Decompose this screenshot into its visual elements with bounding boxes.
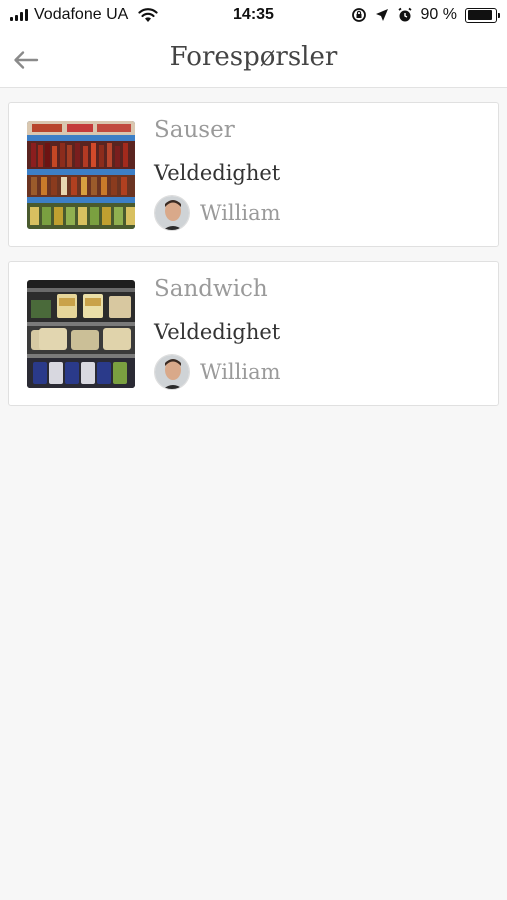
avatar [154, 195, 190, 231]
request-user: William [154, 354, 281, 390]
request-card[interactable]: Sandwich Veldedighet William [8, 261, 499, 406]
request-category: Veldedighet [154, 320, 281, 344]
request-card[interactable]: Sauser Veldedighet William [8, 102, 499, 247]
header: Forespørsler [0, 32, 507, 88]
avatar [154, 354, 190, 390]
request-thumbnail [27, 121, 135, 229]
request-list: Sauser Veldedighet William Sandwich Veld… [8, 102, 499, 420]
page-title: Forespørsler [169, 42, 338, 72]
battery-percent: 90 % [420, 6, 457, 23]
request-title: Sauser [154, 117, 235, 143]
alarm-icon [397, 7, 412, 22]
sandwich-display-image [27, 280, 135, 388]
status-right: 90 % [351, 6, 500, 24]
supermarket-shelf-image [27, 121, 135, 229]
request-username: William [200, 360, 281, 384]
battery-icon [465, 7, 500, 23]
location-arrow-icon [375, 9, 388, 21]
request-username: William [200, 201, 281, 225]
request-user: William [154, 195, 281, 231]
status-bar: Vodafone UA 14:35 90 % [0, 0, 507, 32]
request-title: Sandwich [154, 276, 268, 302]
rotation-lock-icon [351, 8, 366, 22]
request-thumbnail [27, 280, 135, 388]
request-category: Veldedighet [154, 161, 281, 185]
